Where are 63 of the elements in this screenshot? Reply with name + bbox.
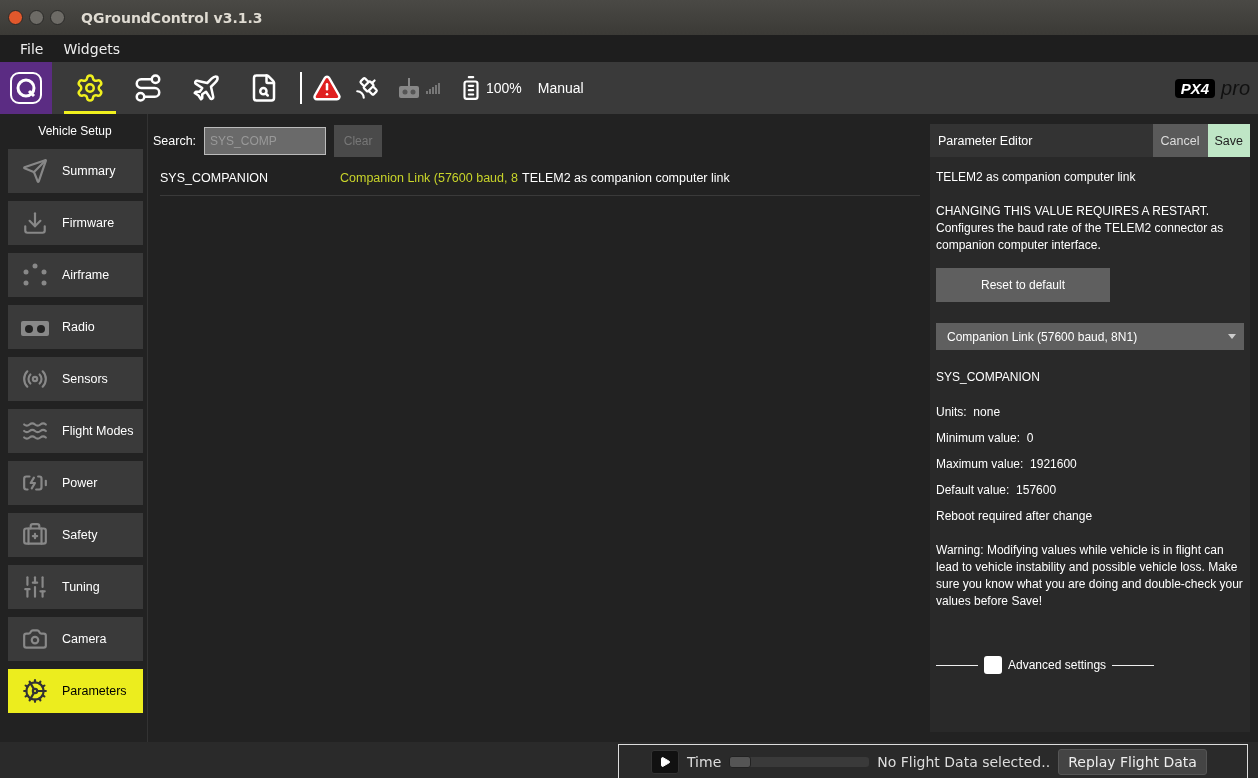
param-name-cell[interactable]: SYS_COMPANION — [160, 170, 340, 185]
cancel-button[interactable]: Cancel — [1152, 124, 1208, 157]
sliders-icon — [22, 574, 48, 600]
signal-icon — [426, 82, 440, 94]
sidebar-item[interactable]: Tuning — [8, 565, 143, 609]
param-fact: Default value: 157600 — [936, 482, 1058, 499]
caret-icon — [1228, 334, 1236, 339]
logo-mark: PX4 — [1174, 78, 1216, 98]
maximize-icon[interactable] — [50, 10, 65, 25]
time-slider[interactable] — [729, 756, 870, 767]
sidebar-item[interactable]: Parameters — [8, 669, 143, 713]
transmitter-icon[interactable] — [398, 77, 420, 99]
search-label: Search: — [153, 134, 197, 148]
route-icon — [133, 73, 163, 103]
panel-title: Parameter Editor — [937, 133, 1034, 148]
first-aid-icon — [22, 522, 48, 548]
advanced-checkbox[interactable] — [984, 656, 1002, 674]
gears-icon — [22, 678, 48, 704]
sidebar-item[interactable]: Firmware — [8, 201, 143, 245]
menu-item[interactable]: Widgets — [63, 40, 121, 57]
sidebar-item[interactable]: Camera — [8, 617, 143, 661]
reboot-note: Reboot required after change — [936, 508, 1094, 525]
flight-mode[interactable]: Manual — [537, 80, 584, 96]
warning-icon[interactable] — [312, 73, 342, 103]
app-logo-button[interactable] — [0, 62, 52, 114]
advanced-label[interactable]: Advanced settings — [1008, 658, 1107, 672]
download-icon — [22, 210, 48, 236]
gears-icon — [75, 73, 105, 103]
sidebar-item[interactable]: Radio — [8, 305, 143, 349]
satellite-icon[interactable] — [354, 75, 380, 101]
param-value-cell[interactable]: Companion Link (57600 baud, 8 — [340, 170, 518, 185]
param-fact: Units: none — [936, 404, 1002, 421]
save-button[interactable]: Save — [1207, 124, 1250, 157]
window-title: QGroundControl v3.1.3 — [81, 9, 263, 26]
time-label: Time — [687, 753, 722, 770]
value-dropdown[interactable]: Companion Link (57600 baud, 8N1) — [936, 323, 1244, 350]
reset-button[interactable]: Reset to default — [936, 268, 1110, 302]
play-button[interactable] — [651, 749, 679, 774]
long-description: CHANGING THIS VALUE REQUIRES A RESTART. Configures the baud rate of the TELEM2 connector as companion computer interface. — [936, 203, 1225, 254]
sidebar-item[interactable]: Airframe — [8, 253, 143, 297]
short-description: TELEM2 as companion computer link — [936, 169, 1137, 186]
menu-item[interactable]: File — [20, 40, 44, 57]
close-icon[interactable] — [8, 10, 23, 25]
param-fact: Maximum value: 1921600 — [936, 456, 1078, 473]
slider-thumb[interactable] — [729, 755, 752, 768]
battery-percent: 100% — [486, 80, 522, 96]
sidebar-item[interactable]: Power — [8, 461, 143, 505]
camera-icon — [22, 626, 48, 652]
replay-button[interactable]: Replay Flight Data — [1058, 748, 1207, 775]
sidebar-item[interactable]: Sensors — [8, 357, 143, 401]
dots-icon — [22, 262, 48, 288]
sidebar-item[interactable]: Flight Modes — [8, 409, 143, 453]
param-name: SYS_COMPANION — [936, 369, 1041, 386]
minimize-icon[interactable] — [29, 10, 44, 25]
sidebar-item[interactable]: Summary — [8, 149, 143, 193]
replay-status: No Flight Data selected.. — [877, 753, 1051, 770]
param-fact: Minimum value: 0 — [936, 430, 1035, 447]
param-description-cell[interactable]: TELEM2 as companion computer link — [522, 170, 730, 185]
app-logo-icon — [9, 71, 43, 105]
play-icon — [659, 755, 671, 768]
sidebar-item[interactable]: Safety — [8, 513, 143, 557]
warning-text: Warning: Modifying values while vehicle is in flight can lead to vehicle instability and possible vehicle loss. Make sure you know what you are doing and double-check your values before Save! — [936, 542, 1244, 610]
sidebar-title: Vehicle Setup — [37, 123, 113, 140]
